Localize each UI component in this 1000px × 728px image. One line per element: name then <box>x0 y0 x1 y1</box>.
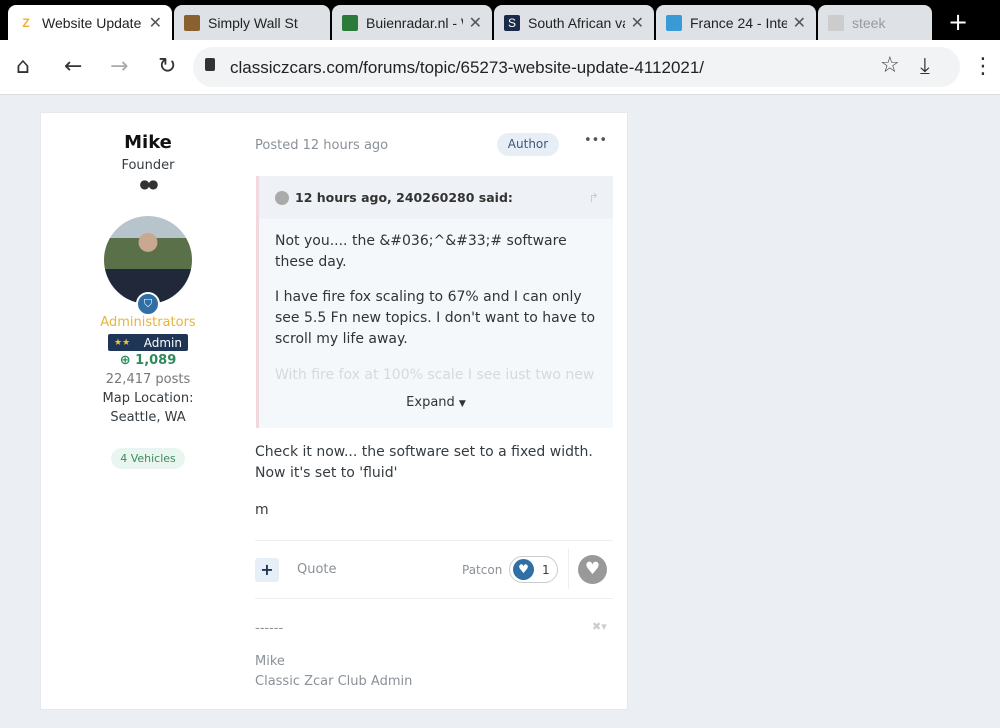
s-icon: S <box>504 14 520 31</box>
posted-time[interactable]: Posted 12 hours ago <box>255 135 388 156</box>
tab-bar: Z Website Update ✕ Simply Wall St Buienrad… <box>0 0 1000 40</box>
avatar[interactable] <box>104 216 192 304</box>
post-body-paragraph: Check it now... the software set to a fi… <box>255 444 593 481</box>
radar-icon <box>342 14 358 31</box>
tab-website-update[interactable]: Z Website Update ✕ <box>8 5 172 40</box>
tab-south-african[interactable]: S South African va ✕ <box>494 5 654 40</box>
reputation: ⊕ 1,089 <box>119 353 177 368</box>
author-name[interactable]: Mike <box>41 132 255 153</box>
divider <box>255 540 613 541</box>
post-count: 22,417 posts <box>105 372 191 387</box>
home-icon[interactable]: ⌂ <box>16 54 30 79</box>
author-title: Founder <box>121 158 175 173</box>
back-icon[interactable]: ← <box>64 54 82 79</box>
quote-paragraph: I have fire fox scaling to 67% and I can… <box>275 289 596 347</box>
lock-icon <box>205 58 215 71</box>
shield-icon: ⛉ <box>136 292 160 316</box>
quote-faded-text: With fire fox at 100% scale I see just t… <box>275 367 595 379</box>
quote-button[interactable]: Quote <box>297 559 337 580</box>
author-badge: Author <box>497 133 559 156</box>
address-bar[interactable]: classiczcars.com/forums/topic/65273-webs… <box>193 47 960 87</box>
close-tab-icon[interactable]: ✕ <box>149 13 162 33</box>
star-icon[interactable]: ☆ <box>880 53 900 78</box>
forum-post: Mike Founder ●● ⛉ Administrators ★★ Admin… <box>40 112 628 710</box>
location-label: Map Location: <box>102 391 194 406</box>
location: Seattle, WA <box>110 410 186 425</box>
heart-icon: ♥ <box>513 559 534 580</box>
rank-pips: ●● <box>139 177 159 191</box>
new-tab-button[interactable]: + <box>948 8 968 36</box>
tab-france24[interactable]: France 24 - Inter ✕ <box>656 5 816 40</box>
france24-icon <box>666 14 682 31</box>
signature-toggle-icon[interactable]: ✖▾ <box>592 620 607 633</box>
expand-button[interactable]: Expand ▼ <box>259 395 613 410</box>
divider <box>255 598 613 599</box>
menu-icon[interactable]: ⋮ <box>972 54 994 79</box>
multiquote-button[interactable]: + <box>255 558 279 582</box>
steek-icon <box>828 14 844 31</box>
author-group: Administrators <box>100 315 196 330</box>
signature-line: Classic Zcar Club Admin <box>255 674 413 689</box>
signature-line: Mike <box>255 654 285 669</box>
close-tab-icon[interactable]: ✕ <box>793 13 806 33</box>
share-arrow-icon[interactable]: ↱ <box>589 190 599 205</box>
tab-steek[interactable]: steek <box>818 5 932 40</box>
like-heart-button[interactable]: ♥ <box>578 555 607 584</box>
quoted-post: 12 hours ago, 240260280 said: ↱ Not you..… <box>256 176 613 428</box>
admin-badge: ★★ Admin <box>108 334 188 351</box>
reaction-user[interactable]: Patcon <box>462 560 502 581</box>
tab-buienradar[interactable]: Buienradar.nl - W✕ <box>332 5 492 40</box>
owl-icon <box>184 14 200 31</box>
post-body-paragraph: m <box>255 502 269 518</box>
close-tab-icon[interactable]: ✕ <box>631 13 644 33</box>
browser-toolbar: ⌂ ← → ↻ classiczcars.com/forums/topic/65… <box>0 40 1000 95</box>
divider <box>568 549 569 589</box>
close-tab-icon[interactable]: ✕ <box>469 13 482 33</box>
chevron-circle-icon[interactable] <box>275 190 289 205</box>
signature-dashes: ------ <box>255 621 284 636</box>
download-icon[interactable]: ⤓ <box>920 54 930 79</box>
quote-paragraph: Not you.... the &#036;^&#33;# software t… <box>275 233 567 270</box>
stars-icon: ★★ <box>114 337 131 348</box>
url-text[interactable]: classiczcars.com/forums/topic/65273-webs… <box>230 58 704 78</box>
vehicles-link[interactable]: 4 Vehicles <box>111 448 185 469</box>
reaction-count-button[interactable]: ♥ 1 <box>509 556 558 583</box>
zcar-icon: Z <box>22 15 30 30</box>
tab-simply-wall-st[interactable]: Simply Wall St <box>174 5 330 40</box>
plus-circle-icon: ⊕ <box>119 353 131 368</box>
more-options-icon[interactable]: ••• <box>584 133 607 148</box>
caret-down-icon: ▼ <box>458 399 466 409</box>
forward-icon[interactable]: → <box>110 54 128 79</box>
reload-icon[interactable]: ↻ <box>158 54 176 79</box>
quote-header: 12 hours ago, 240260280 said: ↱ <box>259 176 613 219</box>
